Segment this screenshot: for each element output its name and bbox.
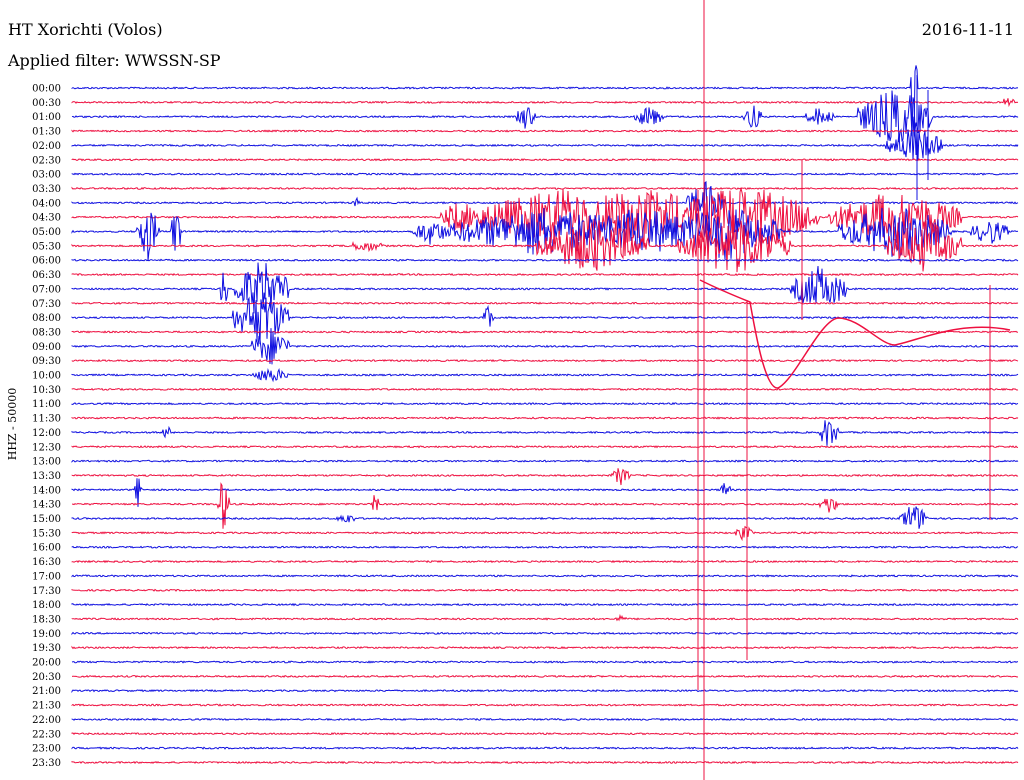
time-tick-label: 23:00 xyxy=(32,744,61,755)
time-tick-label: 01:30 xyxy=(32,127,61,138)
trace-row xyxy=(71,746,1019,750)
trace-row xyxy=(71,368,1019,383)
time-tick-label: 04:00 xyxy=(32,198,61,209)
trace-row xyxy=(71,301,1019,305)
time-tick-label: 12:00 xyxy=(32,428,61,439)
time-tick-label: 03:30 xyxy=(32,184,61,195)
trace-row xyxy=(71,760,1019,765)
trace-row xyxy=(71,588,1019,592)
trace-row xyxy=(71,219,1019,273)
trace-row xyxy=(71,478,1019,507)
trace-row xyxy=(71,262,1019,314)
time-tick-label: 06:00 xyxy=(32,256,61,267)
time-tick-label: 07:30 xyxy=(32,299,61,310)
time-tick-label: 12:30 xyxy=(32,442,61,453)
time-tick-label: 19:00 xyxy=(32,629,61,640)
time-tick-label: 14:30 xyxy=(32,500,61,511)
trace-row xyxy=(71,128,1019,161)
time-tick-label: 02:30 xyxy=(32,155,61,166)
time-tick-label: 11:00 xyxy=(32,399,61,410)
trace-row xyxy=(71,506,1019,529)
trace-row xyxy=(71,645,1019,650)
trace-row xyxy=(71,129,1019,133)
trace-row xyxy=(71,90,1019,143)
time-tick-label: 21:30 xyxy=(32,701,61,712)
time-tick-label: 15:30 xyxy=(32,528,61,539)
trace-row xyxy=(71,574,1019,578)
trace-row xyxy=(71,689,1019,694)
trace-row xyxy=(71,703,1019,707)
trace-row xyxy=(72,482,1019,529)
time-tick-label: 17:30 xyxy=(32,586,61,597)
trace-row xyxy=(71,328,1019,365)
time-tick-label: 07:00 xyxy=(32,284,61,295)
trace-row xyxy=(71,172,1019,176)
trace-row xyxy=(71,545,1019,549)
time-tick-label: 16:30 xyxy=(32,557,61,568)
time-tick-label: 05:30 xyxy=(32,241,61,252)
trace-row xyxy=(71,459,1019,463)
time-tick-label: 11:30 xyxy=(32,414,61,425)
time-tick-label: 03:00 xyxy=(32,170,61,181)
trace-row xyxy=(71,358,1019,363)
trace-row xyxy=(71,660,1018,664)
time-tick-label: 09:30 xyxy=(32,356,61,367)
trace-row xyxy=(71,186,1019,191)
time-tick-label: 10:30 xyxy=(32,385,61,396)
time-tick-label: 06:30 xyxy=(32,270,61,281)
trace-row xyxy=(71,258,1019,262)
time-tick-label: 16:00 xyxy=(32,543,61,554)
time-tick-label: 08:30 xyxy=(32,327,61,338)
trace-row xyxy=(71,613,1019,622)
time-tick-label: 19:30 xyxy=(32,643,61,654)
seismogram-plot: 00:00 00:30 01:00 01:30 02:00 02:30 03:00 03:30… xyxy=(6,0,1019,780)
trace-row xyxy=(71,525,1019,542)
channel-axis-label: HHZ - 50000 xyxy=(6,388,19,461)
trace-row xyxy=(71,272,1019,277)
time-axis-labels: 00:00 00:30 01:00 01:30 02:00 02:30 03:00 03:30… xyxy=(32,84,61,769)
trace-row xyxy=(71,602,1019,607)
time-tick-label: 18:00 xyxy=(32,600,61,611)
time-tick-label: 10:00 xyxy=(32,371,61,382)
time-tick-label: 05:00 xyxy=(32,227,61,238)
time-tick-label: 01:00 xyxy=(32,112,61,123)
time-tick-label: 04:30 xyxy=(32,213,61,224)
trace-row xyxy=(71,732,1019,736)
trace-row xyxy=(71,416,1019,420)
trace-row xyxy=(71,674,1019,678)
time-tick-label: 23:30 xyxy=(32,758,61,769)
trace-row xyxy=(71,559,1019,564)
time-tick-label: 17:00 xyxy=(32,571,61,582)
trace-row xyxy=(71,387,1019,392)
time-tick-label: 18:30 xyxy=(32,614,61,625)
time-tick-label: 22:30 xyxy=(32,729,61,740)
trace-row xyxy=(71,631,1019,636)
trace-row xyxy=(71,330,1019,334)
time-tick-label: 20:30 xyxy=(32,672,61,683)
time-tick-label: 08:00 xyxy=(32,313,61,324)
time-tick-label: 00:00 xyxy=(32,84,61,95)
trace-row xyxy=(71,717,1019,722)
time-tick-label: 14:00 xyxy=(32,485,61,496)
time-tick-label: 00:30 xyxy=(32,98,61,109)
time-tick-label: 13:00 xyxy=(32,457,61,468)
time-tick-label: 20:00 xyxy=(32,658,61,669)
time-tick-label: 15:00 xyxy=(32,514,61,525)
seismogram-traces xyxy=(71,65,1019,765)
trace-row xyxy=(71,445,1018,449)
trace-row xyxy=(71,420,1019,446)
time-tick-label: 02:00 xyxy=(32,141,61,152)
trace-row xyxy=(71,158,1019,162)
time-tick-label: 09:00 xyxy=(32,342,61,353)
trace-row xyxy=(71,468,1019,486)
time-tick-label: 21:00 xyxy=(32,686,61,697)
time-tick-label: 13:30 xyxy=(32,471,61,482)
trace-row xyxy=(71,402,1019,406)
time-tick-label: 22:00 xyxy=(32,715,61,726)
